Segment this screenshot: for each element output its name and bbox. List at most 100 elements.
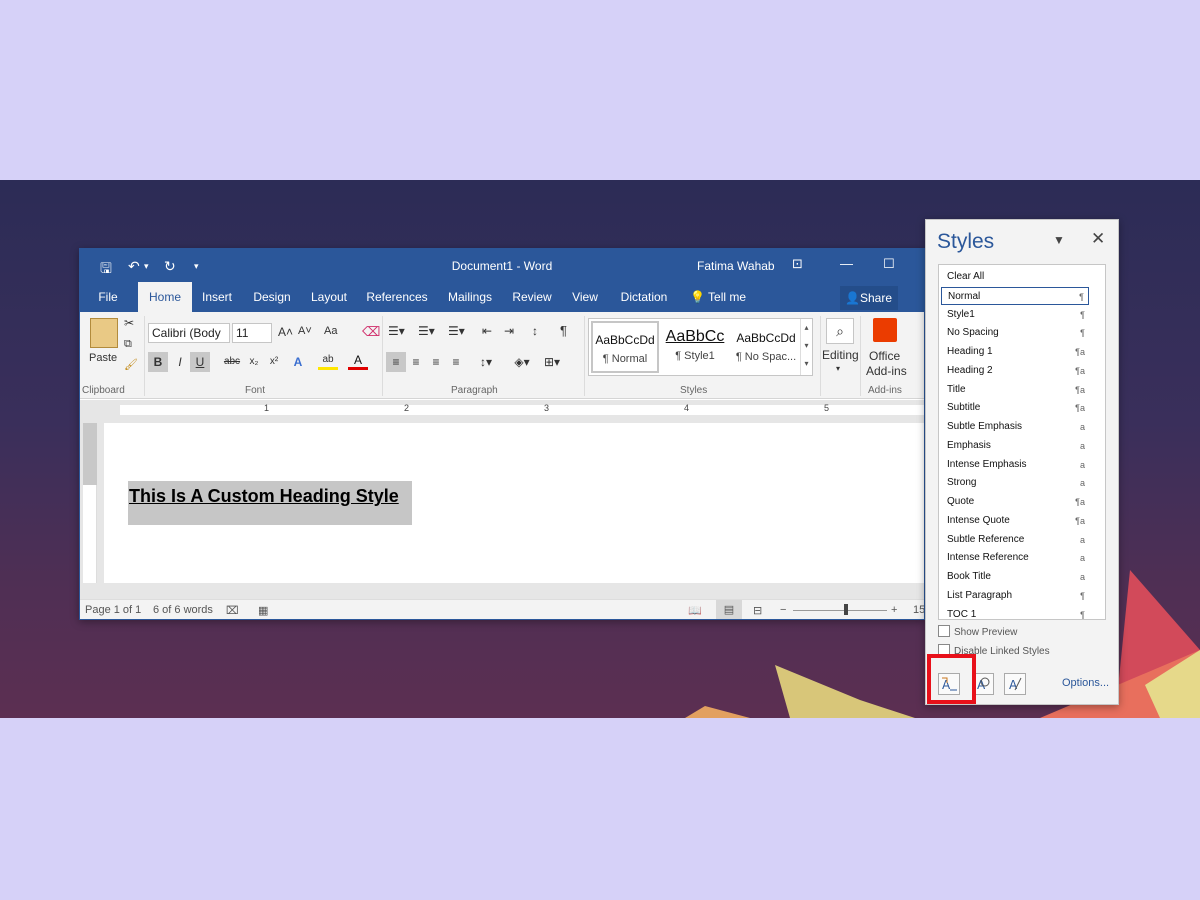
change-case-button[interactable]: Aa: [324, 325, 337, 337]
page-count[interactable]: Page 1 of 1: [85, 604, 141, 616]
cut-icon[interactable]: ✂: [124, 316, 134, 330]
tab-mailings[interactable]: Mailings: [443, 282, 497, 312]
tab-dictation[interactable]: Dictation: [616, 282, 672, 312]
shading-icon[interactable]: ◈▾: [510, 352, 534, 372]
strikethrough-button[interactable]: abc: [220, 352, 244, 372]
zoom-slider-track[interactable]: [793, 610, 887, 611]
grow-font-icon[interactable]: A˄: [278, 325, 293, 339]
superscript-button[interactable]: x²: [264, 352, 284, 372]
office-store-icon[interactable]: [873, 318, 897, 342]
numbering-icon[interactable]: ☰▾: [418, 324, 435, 338]
zoom-out-button[interactable]: −: [780, 604, 786, 616]
style-list-item-subtle-reference[interactable]: Subtle Reference a: [941, 531, 1089, 549]
font-color-icon[interactable]: A: [348, 352, 368, 370]
subscript-button[interactable]: x₂: [244, 352, 264, 372]
office-addins-line2[interactable]: Add-ins: [866, 364, 907, 378]
macro-icon[interactable]: ▦: [258, 604, 268, 617]
tell-me-box[interactable]: 💡 Tell me: [688, 282, 748, 312]
read-mode-icon[interactable]: 📖: [688, 604, 702, 617]
search-icon[interactable]: ⌕: [826, 318, 854, 344]
style-gallery-no-spacing[interactable]: AaBbCcDd ¶ No Spac...: [731, 321, 801, 373]
print-layout-icon[interactable]: ▤: [716, 600, 742, 619]
style-list-item-subtle-emphasis[interactable]: Subtle Emphasis a: [941, 418, 1089, 436]
show-marks-button[interactable]: ¶: [560, 323, 567, 338]
vertical-ruler[interactable]: [83, 423, 97, 583]
align-center-icon[interactable]: ≡: [406, 352, 426, 372]
zoom-level[interactable]: 15: [913, 604, 924, 616]
style-list-item-subtitle[interactable]: Subtitle ¶a: [941, 399, 1089, 417]
style-list-item-quote[interactable]: Quote ¶a: [941, 493, 1089, 511]
style-list-item-title[interactable]: Title ¶a: [941, 381, 1089, 399]
format-painter-icon[interactable]: 🖌: [124, 358, 138, 371]
text-effects-icon[interactable]: A: [288, 352, 308, 372]
user-name[interactable]: Fatima Wahab: [697, 259, 775, 273]
tab-references[interactable]: References: [363, 282, 431, 312]
tab-insert[interactable]: Insert: [197, 282, 237, 312]
show-preview-checkbox[interactable]: Show Preview: [938, 625, 1017, 638]
ribbon-display-icon[interactable]: ⊡: [792, 256, 803, 272]
bullets-icon[interactable]: ☰▾: [388, 324, 405, 338]
style-list-item-intense-reference[interactable]: Intense Reference a: [941, 549, 1089, 567]
style-list-item-heading-1[interactable]: Heading 1 ¶a: [941, 343, 1089, 361]
manage-styles-button[interactable]: A: [1004, 673, 1026, 695]
options-link[interactable]: Options...: [1062, 677, 1109, 689]
tab-layout[interactable]: Layout: [306, 282, 352, 312]
editing-button[interactable]: Editing: [822, 348, 859, 362]
tab-file[interactable]: File: [90, 282, 126, 312]
style-list-item-toc-1[interactable]: TOC 1 ¶: [941, 606, 1089, 624]
justify-icon[interactable]: ≡: [446, 352, 466, 372]
style-list-item-style1[interactable]: Style1 ¶: [941, 306, 1089, 324]
proofing-icon[interactable]: ⌧: [226, 604, 239, 617]
style-list-item-normal[interactable]: Normal ¶: [941, 286, 1089, 305]
tab-home[interactable]: Home: [138, 282, 192, 312]
share-button[interactable]: 👤 Share: [840, 286, 898, 310]
line-spacing-icon[interactable]: ↕▾: [474, 352, 498, 372]
maximize-icon[interactable]: ☐: [883, 256, 895, 272]
style-list-item-heading-2[interactable]: Heading 2 ¶a: [941, 362, 1089, 380]
minimize-icon[interactable]: —: [840, 256, 853, 271]
paste-button[interactable]: Paste: [89, 352, 117, 364]
highlight-color-icon[interactable]: ab: [318, 352, 338, 370]
style-list-item-book-title[interactable]: Book Title a: [941, 568, 1089, 586]
tab-view[interactable]: View: [568, 282, 602, 312]
office-addins-line1[interactable]: Office: [869, 349, 900, 363]
editing-dropdown-icon[interactable]: ▾: [836, 364, 840, 373]
style-list-item-emphasis[interactable]: Emphasis a: [941, 437, 1089, 455]
document-page[interactable]: This Is A Custom Heading Style: [104, 423, 924, 583]
tab-design[interactable]: Design: [248, 282, 296, 312]
borders-icon[interactable]: ⊞▾: [540, 352, 564, 372]
align-right-icon[interactable]: ≡: [426, 352, 446, 372]
zoom-slider-thumb[interactable]: [844, 604, 848, 615]
style-gallery-normal[interactable]: AaBbCcDd ¶ Normal: [591, 321, 659, 373]
style-list-item-no-spacing[interactable]: No Spacing ¶: [941, 324, 1089, 342]
style-list-item-list-paragraph[interactable]: List Paragraph ¶: [941, 587, 1089, 605]
close-icon[interactable]: ✕: [1091, 229, 1105, 249]
sort-icon[interactable]: ↕: [532, 324, 538, 338]
horizontal-ruler[interactable]: 1 2 3 4 5: [80, 400, 924, 421]
style-list-item-strong[interactable]: Strong a: [941, 474, 1089, 492]
multilevel-list-icon[interactable]: ☰▾: [448, 324, 465, 338]
style-list-item-intense-emphasis[interactable]: Intense Emphasis a: [941, 456, 1089, 474]
shrink-font-icon[interactable]: A˅: [298, 325, 312, 337]
web-layout-icon[interactable]: ⊟: [753, 604, 762, 617]
pane-options-dropdown-icon[interactable]: ▼: [1053, 233, 1065, 247]
font-name-combo[interactable]: Calibri (Body: [148, 323, 230, 343]
increase-indent-icon[interactable]: ⇥: [504, 324, 514, 338]
underline-button[interactable]: U: [190, 352, 210, 372]
zoom-in-button[interactable]: +: [891, 604, 897, 616]
style-list-label: Intense Emphasis: [947, 458, 1027, 470]
italic-button[interactable]: I: [170, 352, 190, 372]
style-list-item-clear-all[interactable]: Clear All: [941, 268, 1089, 286]
copy-icon[interactable]: ⧉: [124, 338, 132, 351]
decrease-indent-icon[interactable]: ⇤: [482, 324, 492, 338]
align-left-icon[interactable]: ≡: [386, 352, 406, 372]
tab-review[interactable]: Review: [509, 282, 555, 312]
bold-button[interactable]: B: [148, 352, 168, 372]
style-gallery-style1[interactable]: AaBbCc ¶ Style1: [661, 321, 729, 373]
font-size-combo[interactable]: 11: [232, 323, 272, 343]
style-list-item-intense-quote[interactable]: Intense Quote ¶a: [941, 512, 1089, 530]
gallery-scroll[interactable]: ▴ ▾ ▾: [800, 319, 812, 375]
clear-formatting-icon[interactable]: ⌫: [362, 324, 380, 340]
document-heading-text[interactable]: This Is A Custom Heading Style: [129, 486, 399, 507]
word-count[interactable]: 6 of 6 words: [153, 604, 213, 616]
